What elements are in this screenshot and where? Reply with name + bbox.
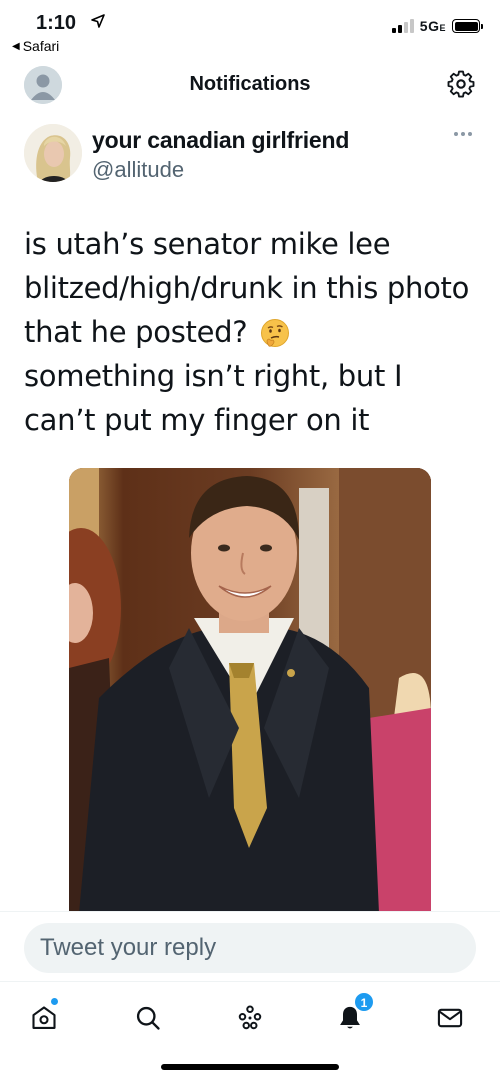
reply-input[interactable]: Tweet your reply xyxy=(24,923,476,973)
back-to-app-button[interactable]: ◀ Safari xyxy=(12,38,59,54)
thinking-face-icon xyxy=(261,319,290,347)
tab-notifications[interactable]: 1 xyxy=(330,992,374,1038)
tweet-text-body: is utah’s senator mike lee blitzed/high/… xyxy=(24,227,470,349)
signal-icon xyxy=(391,19,414,33)
gear-icon[interactable] xyxy=(446,69,476,99)
home-icon xyxy=(32,1006,56,1029)
more-options-icon[interactable] xyxy=(454,132,472,136)
location-arrow-icon xyxy=(91,14,105,28)
tab-home[interactable] xyxy=(24,998,64,1038)
author-name[interactable]: your canadian girlfriend xyxy=(92,127,349,154)
top-header: Notifications xyxy=(0,60,500,112)
mail-icon xyxy=(437,1008,463,1028)
notifications-badge: 1 xyxy=(354,992,374,1012)
tab-messages[interactable] xyxy=(430,998,470,1038)
status-indicators: 5GE xyxy=(391,18,483,34)
status-time: 1:10 xyxy=(36,12,77,34)
back-triangle-icon: ◀ xyxy=(12,40,20,52)
tweet-text: is utah’s senator mike lee blitzed/high/… xyxy=(24,222,479,442)
battery-icon xyxy=(452,19,483,33)
home-new-dot xyxy=(51,998,58,1005)
search-icon xyxy=(136,1006,160,1030)
reply-bar: Tweet your reply xyxy=(0,911,500,981)
tweet-text-tail: something isn’t right, but I can’t put m… xyxy=(24,359,403,437)
tab-search[interactable] xyxy=(128,998,168,1038)
back-app-label: Safari xyxy=(22,38,60,54)
tweet-author: your canadian girlfriend @allitude xyxy=(24,124,476,186)
page-title: Notifications xyxy=(189,73,311,95)
author-avatar[interactable] xyxy=(24,124,82,182)
home-indicator[interactable] xyxy=(161,1064,339,1070)
network-label: 5GE xyxy=(419,18,446,34)
photo-image xyxy=(69,468,431,913)
author-handle[interactable]: @allitude xyxy=(92,157,184,183)
bottom-tab-bar: 1 xyxy=(0,981,500,1051)
status-bar: 1:10 ◀ Safari 5GE xyxy=(0,0,500,60)
tweet-photo[interactable] xyxy=(69,468,431,913)
spaces-icon xyxy=(238,1005,262,1030)
tab-spaces[interactable] xyxy=(230,998,270,1038)
